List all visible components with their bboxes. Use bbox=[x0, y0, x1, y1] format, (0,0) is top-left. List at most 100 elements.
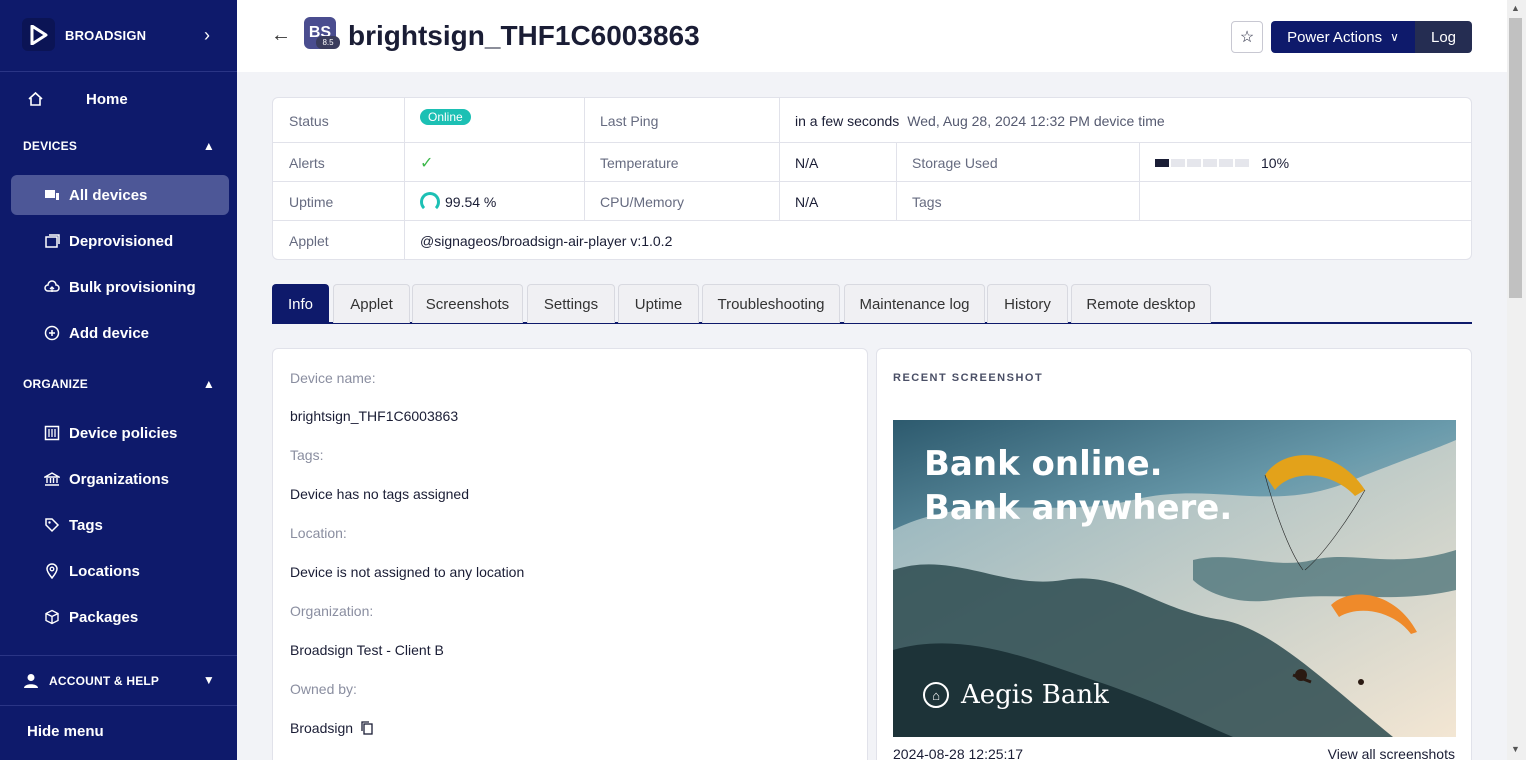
screenshot-headline: Bank online. Bank anywhere. bbox=[924, 442, 1232, 530]
alerts-check-icon: ✓ bbox=[420, 154, 434, 172]
divider bbox=[273, 142, 1471, 143]
cpu-memory-label: CPU/Memory bbox=[600, 193, 685, 210]
scrollbar-thumb[interactable] bbox=[1509, 18, 1522, 298]
chevron-right-icon[interactable]: › bbox=[204, 26, 210, 44]
section-account-help[interactable]: ACCOUNT & HELP ▼ bbox=[23, 673, 223, 689]
last-ping-value: in a few seconds Wed, Aug 28, 2024 12:32… bbox=[779, 101, 1165, 140]
scroll-up-arrow-icon[interactable]: ▲ bbox=[1511, 3, 1520, 13]
section-organize[interactable]: ORGANIZE ▲ bbox=[23, 377, 223, 391]
tab-maintenance-log[interactable]: Maintenance log bbox=[844, 284, 985, 323]
headline-line-2: Bank anywhere. bbox=[924, 488, 1233, 528]
location-pin-icon bbox=[46, 563, 58, 579]
package-icon bbox=[45, 609, 59, 625]
recent-screenshot-card: RECENT SCREENSHOT Bank online. Bank anyw… bbox=[876, 348, 1472, 760]
storage-bar-segment bbox=[1235, 158, 1249, 167]
cloud-upload-icon bbox=[44, 280, 60, 292]
user-icon bbox=[24, 674, 38, 688]
tags-field-label: Tags: bbox=[290, 447, 324, 463]
back-arrow-icon[interactable]: ← bbox=[271, 24, 291, 47]
device-status-table: Status Online Last Ping in a few seconds… bbox=[272, 97, 1472, 260]
section-account-label: ACCOUNT & HELP bbox=[49, 674, 160, 688]
sidebar-item-home[interactable]: Home bbox=[15, 79, 233, 119]
tab-troubleshooting[interactable]: Troubleshooting bbox=[702, 284, 840, 323]
owned-by-value: Broadsign bbox=[290, 720, 373, 736]
temperature-label: Temperature bbox=[600, 154, 679, 171]
recent-screenshot-title: RECENT SCREENSHOT bbox=[893, 372, 1044, 384]
sidebar-item-label: Home bbox=[86, 90, 128, 108]
sidebar-item-label: Packages bbox=[69, 608, 139, 626]
tab-remote-desktop[interactable]: Remote desktop bbox=[1071, 284, 1211, 323]
chevron-down-icon: ∨ bbox=[1390, 30, 1399, 44]
broadsign-logo-icon bbox=[22, 18, 55, 51]
sidebar-item-tags[interactable]: Tags bbox=[11, 505, 229, 545]
sidebar-item-label: Locations bbox=[69, 562, 140, 580]
headline-line-1: Bank online. bbox=[924, 444, 1163, 484]
uptime-percent: 99.54 % bbox=[445, 193, 497, 210]
applet-value: @signageos/broadsign-air-player v:1.0.2 bbox=[420, 232, 673, 249]
owned-by-label: Owned by: bbox=[290, 681, 357, 697]
chevron-down-icon: ▼ bbox=[202, 673, 215, 687]
bank-icon bbox=[44, 472, 60, 486]
section-organize-label: ORGANIZE bbox=[23, 377, 88, 391]
brand-header[interactable]: BROADSIGN › bbox=[0, 0, 237, 72]
storage-percent: 10% bbox=[1261, 154, 1290, 171]
favorite-star-button[interactable]: ☆ bbox=[1231, 21, 1263, 53]
section-devices[interactable]: DEVICES ▲ bbox=[23, 139, 223, 153]
uptime-ring-icon bbox=[420, 191, 440, 212]
status-value: Online bbox=[404, 101, 471, 140]
tab-screenshots[interactable]: Screenshots bbox=[412, 284, 523, 323]
sidebar-item-deprovisioned[interactable]: Deprovisioned bbox=[11, 221, 229, 261]
copy-icon[interactable] bbox=[361, 721, 373, 735]
tab-info[interactable]: Info bbox=[272, 284, 329, 323]
sidebar-item-add-device[interactable]: Add device bbox=[11, 313, 229, 353]
screenshot-date: 2024-08-28 12:25:17 bbox=[893, 746, 1023, 760]
chevron-up-icon: ▲ bbox=[202, 139, 215, 153]
brand-name: BROADSIGN bbox=[65, 28, 147, 43]
sidebar-item-label: Add device bbox=[69, 324, 150, 342]
status-badge: Online bbox=[420, 108, 471, 125]
device-version-badge: 8.5 bbox=[316, 36, 340, 49]
bank-name: Aegis Bank bbox=[961, 680, 1109, 710]
sidebar-item-device-policies[interactable]: Device policies bbox=[11, 413, 229, 453]
sidebar-item-locations[interactable]: Locations bbox=[11, 551, 229, 591]
star-icon: ☆ bbox=[1239, 29, 1255, 46]
tab-applet[interactable]: Applet bbox=[333, 284, 410, 323]
sidebar-item-all-devices[interactable]: All devices bbox=[11, 175, 229, 215]
storage-used-label: Storage Used bbox=[912, 154, 998, 171]
sidebar-item-packages[interactable]: Packages bbox=[11, 597, 229, 637]
storage-bar-segment bbox=[1171, 158, 1185, 167]
tab-settings[interactable]: Settings bbox=[527, 284, 615, 323]
hide-menu-button[interactable]: Hide menu bbox=[27, 723, 104, 740]
sidebar-item-label: All devices bbox=[69, 186, 148, 204]
page-title: brightsign_THF1C6003863 bbox=[348, 20, 700, 51]
view-all-screenshots-link[interactable]: View all screenshots bbox=[1328, 746, 1455, 760]
device-tabs: Info Applet Screenshots Settings Uptime … bbox=[272, 284, 1472, 324]
last-ping-label: Last Ping bbox=[600, 112, 659, 129]
storage-progress-bar bbox=[1155, 158, 1249, 167]
location-label: Location: bbox=[290, 525, 347, 541]
uptime-label: Uptime bbox=[289, 193, 334, 210]
last-ping-relative: in a few seconds bbox=[795, 112, 900, 129]
tags-label: Tags bbox=[912, 193, 942, 210]
organization-label: Organization: bbox=[290, 603, 374, 619]
divider bbox=[0, 705, 237, 706]
sidebar-item-organizations[interactable]: Organizations bbox=[11, 459, 229, 499]
tab-history[interactable]: History bbox=[987, 284, 1068, 323]
device-name-label: Device name: bbox=[290, 370, 376, 386]
log-button[interactable]: Log bbox=[1415, 21, 1472, 53]
power-actions-button[interactable]: Power Actions ∨ bbox=[1271, 21, 1415, 53]
screenshot-image[interactable]: Bank online. Bank anywhere. ⌂ Aegis Bank bbox=[893, 420, 1456, 737]
temperature-value: N/A bbox=[795, 154, 819, 171]
sidebar-item-label: Bulk provisioning bbox=[69, 278, 196, 296]
scroll-down-arrow-icon[interactable]: ▼ bbox=[1511, 744, 1520, 754]
storage-bar-segment bbox=[1155, 158, 1169, 167]
owned-by-text: Broadsign bbox=[290, 720, 354, 736]
deprovisioned-icon bbox=[45, 234, 60, 248]
plus-circle-icon bbox=[44, 325, 60, 341]
bank-logo-icon: ⌂ bbox=[923, 682, 949, 708]
last-ping-time: Wed, Aug 28, 2024 12:32 PM device time bbox=[907, 112, 1165, 129]
tab-uptime[interactable]: Uptime bbox=[618, 284, 699, 323]
sidebar-item-bulk-provisioning[interactable]: Bulk provisioning bbox=[11, 267, 229, 307]
tags-field-value: Device has no tags assigned bbox=[290, 486, 469, 502]
storage-bar-segment bbox=[1187, 158, 1201, 167]
